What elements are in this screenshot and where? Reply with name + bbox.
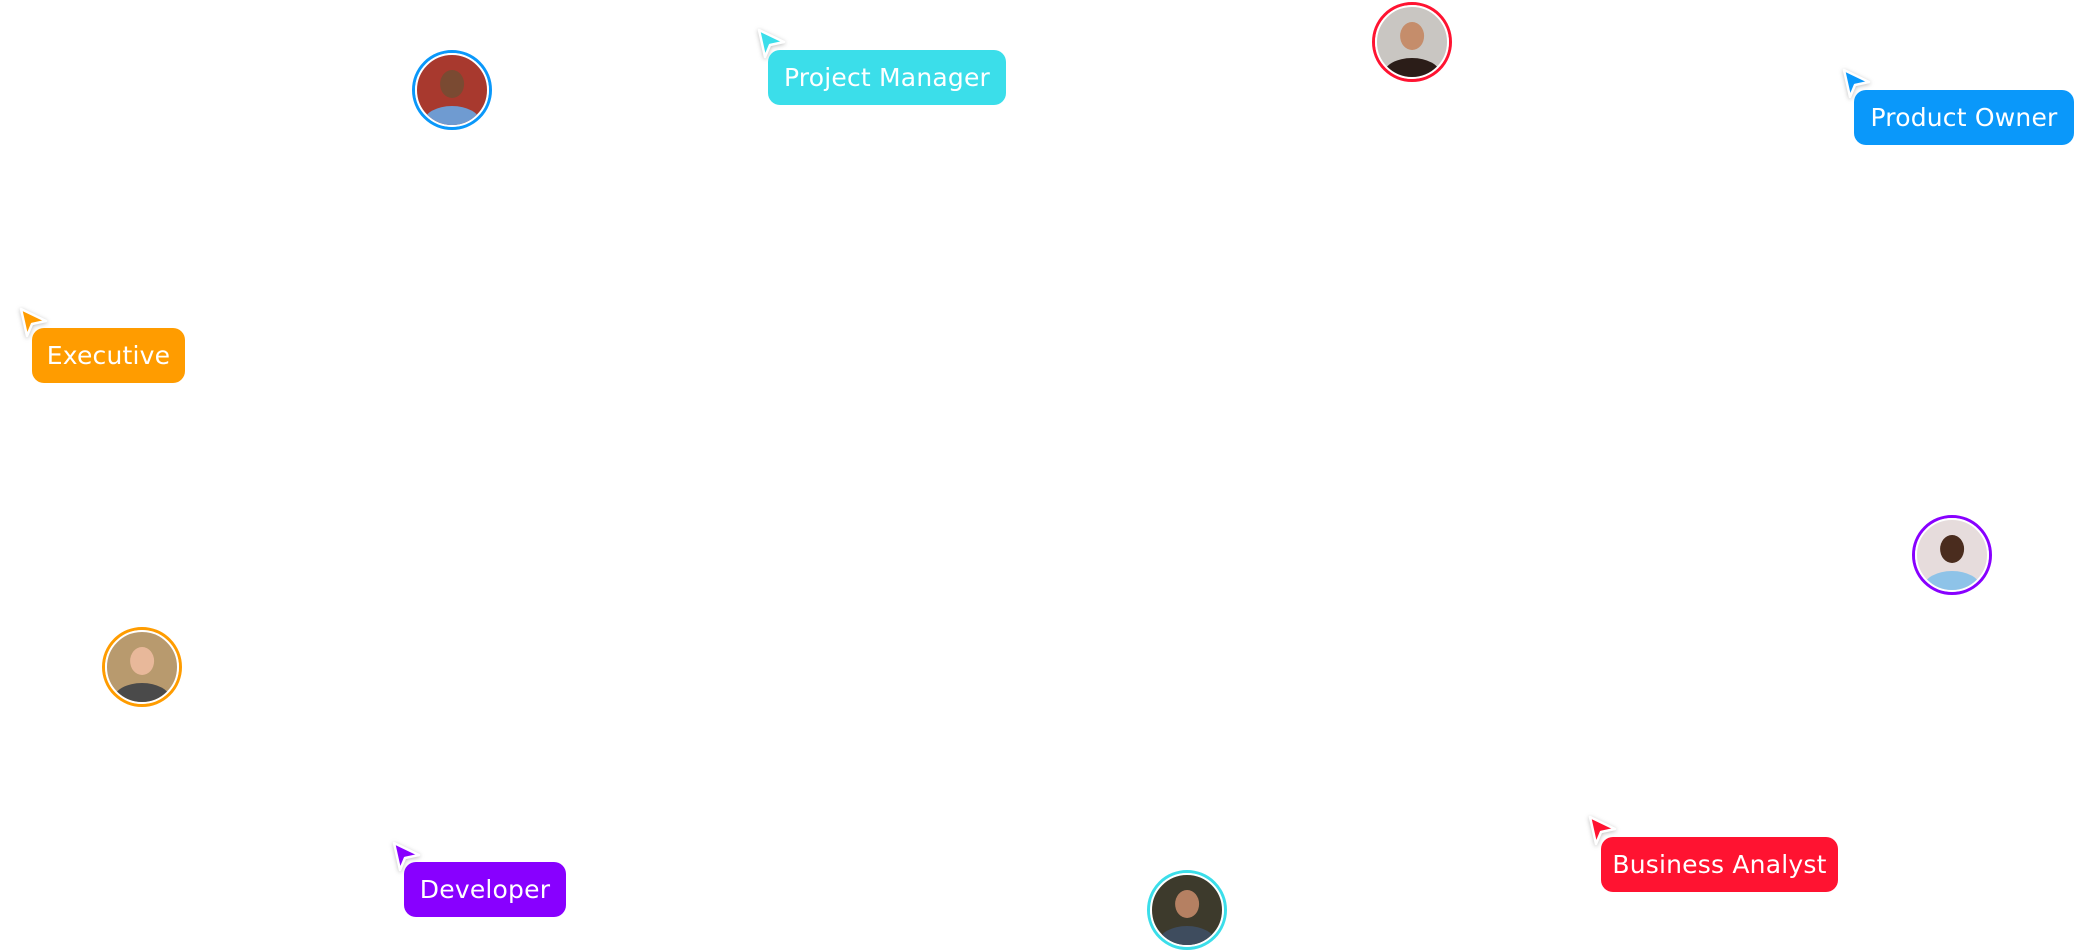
person-photo-icon — [1940, 535, 1964, 564]
avatar-orange — [102, 627, 182, 707]
avatar-red — [1372, 2, 1452, 82]
avatar-purple — [1912, 515, 1992, 595]
role-badge-business-analyst: Business Analyst — [1601, 837, 1838, 892]
avatar-cyan — [1147, 870, 1227, 950]
avatar-blue — [412, 50, 492, 130]
role-badge-executive: Executive — [32, 328, 185, 383]
person-photo-icon — [130, 647, 154, 676]
role-badge-developer: Developer — [404, 862, 566, 917]
role-badge-project-manager: Project Manager — [768, 50, 1006, 105]
person-photo-icon — [1175, 890, 1199, 919]
person-photo-icon — [1400, 22, 1424, 51]
role-badge-product-owner: Product Owner — [1854, 90, 2074, 145]
person-photo-icon — [440, 70, 464, 99]
